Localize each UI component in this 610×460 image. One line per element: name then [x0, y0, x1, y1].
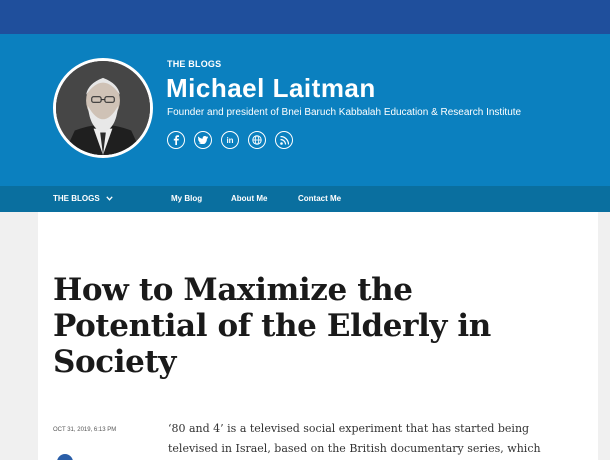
facebook-icon[interactable]: [167, 131, 185, 149]
author-name[interactable]: Michael Laitman: [166, 73, 376, 104]
nav-the-blogs[interactable]: THE BLOGS: [53, 194, 113, 203]
linkedin-icon[interactable]: in: [221, 131, 239, 149]
nav-about-me[interactable]: About Me: [231, 194, 267, 203]
blogs-kicker[interactable]: THE BLOGS: [167, 59, 221, 69]
article-body: ‘80 and 4’ is a televised social experim…: [168, 422, 541, 455]
chevron-down-icon: [106, 196, 113, 202]
author-portrait-image: [56, 61, 150, 155]
author-avatar[interactable]: [53, 58, 153, 158]
rss-icon[interactable]: [275, 131, 293, 149]
article-title: How to Maximize the Potential of the Eld…: [53, 272, 491, 380]
nav-contact-me[interactable]: Contact Me: [298, 194, 341, 203]
right-gutter: [598, 212, 610, 460]
twitter-icon[interactable]: [194, 131, 212, 149]
linkedin-label: in: [226, 135, 234, 145]
top-bar: [0, 0, 610, 34]
nav-my-blog[interactable]: My Blog: [171, 194, 202, 203]
article-date: OCT 31, 2019, 6:13 PM: [53, 427, 117, 433]
nav-the-blogs-label: THE BLOGS: [53, 194, 100, 203]
author-bio: Founder and president of Bnei Baruch Kab…: [167, 107, 522, 118]
social-links: in: [167, 131, 293, 149]
left-gutter: [0, 212, 38, 460]
website-icon[interactable]: [248, 131, 266, 149]
